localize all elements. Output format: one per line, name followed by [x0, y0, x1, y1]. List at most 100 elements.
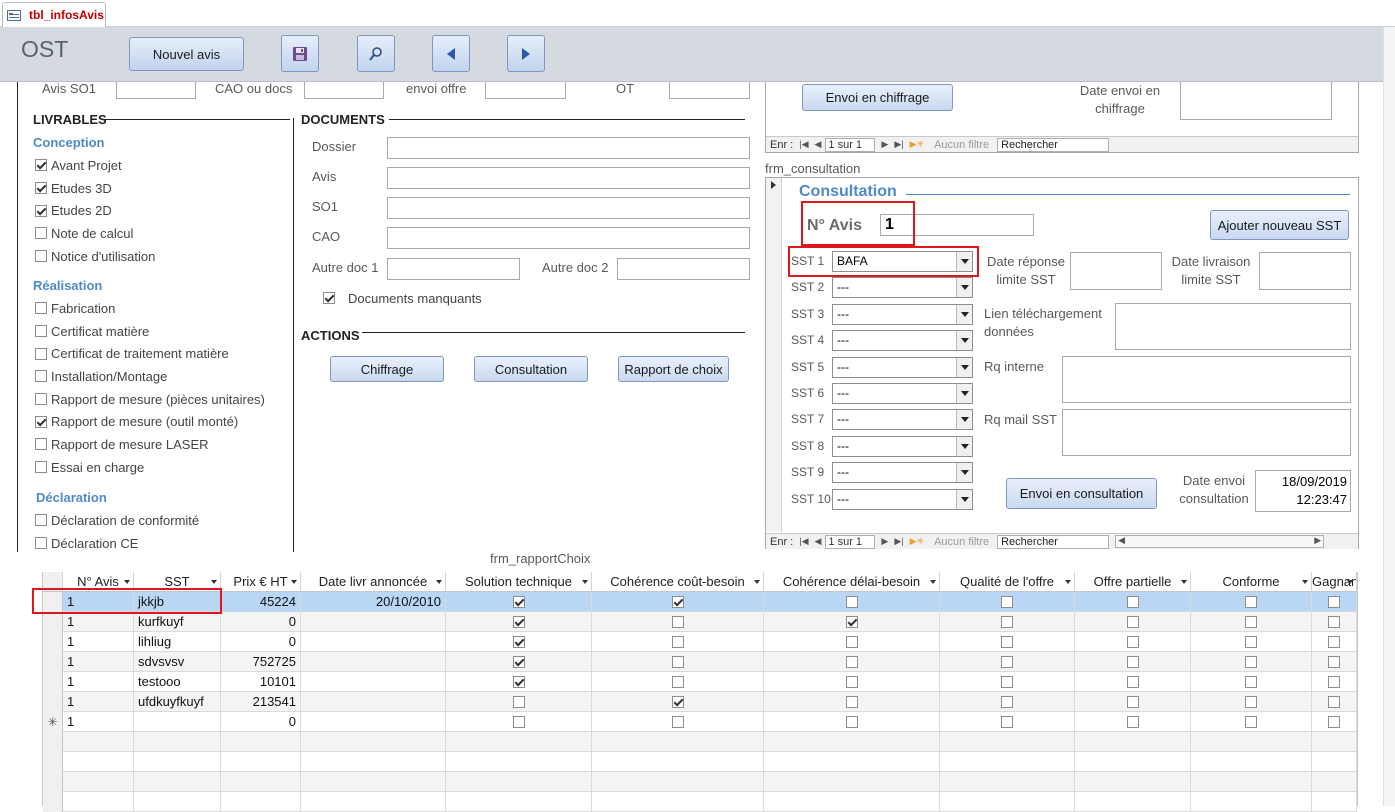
- row-checkbox[interactable]: [1328, 656, 1340, 668]
- table-cell[interactable]: [1312, 772, 1357, 792]
- avis-so1-field[interactable]: [116, 82, 196, 99]
- consultation-horizontal-scrollbar[interactable]: ◀ ▶: [1115, 535, 1325, 548]
- realisation-item[interactable]: Rapport de mesure (pièces unitaires): [35, 388, 265, 411]
- sort-filter-icon[interactable]: [1347, 580, 1353, 584]
- table-cell[interactable]: [1312, 672, 1357, 692]
- chiffrage-next-record-icon[interactable]: ▶: [881, 139, 888, 150]
- sst-combo[interactable]: ---: [832, 409, 973, 431]
- row-checkbox[interactable]: [1001, 676, 1013, 688]
- consultation-first-record-icon[interactable]: |◀: [799, 536, 808, 547]
- row-checkbox[interactable]: [1245, 716, 1257, 728]
- table-cell[interactable]: [1191, 752, 1312, 772]
- realisation-checkbox[interactable]: [35, 347, 47, 360]
- sort-filter-icon[interactable]: [754, 580, 760, 584]
- table-cell[interactable]: lihliug: [134, 632, 221, 652]
- table-cell[interactable]: [940, 652, 1075, 672]
- table-cell[interactable]: [221, 752, 301, 772]
- row-checkbox[interactable]: [845, 636, 858, 648]
- scroll-left-icon[interactable]: ◀: [1118, 535, 1125, 546]
- table-cell[interactable]: [1191, 772, 1312, 792]
- column-header[interactable]: Offre partielle: [1075, 572, 1191, 592]
- row-checkbox[interactable]: [1328, 716, 1340, 728]
- sst-combo[interactable]: ---: [832, 330, 973, 352]
- chiffrage-button[interactable]: Chiffrage: [330, 356, 444, 382]
- table-cell[interactable]: 1: [63, 712, 134, 732]
- table-cell[interactable]: [1075, 712, 1191, 732]
- table-cell[interactable]: [940, 712, 1075, 732]
- table-cell[interactable]: 20/10/2010: [301, 592, 446, 612]
- row-checkbox[interactable]: [1245, 656, 1257, 668]
- table-cell[interactable]: [940, 792, 1075, 812]
- documents-manquants-checkbox[interactable]: [323, 292, 335, 304]
- table-cell[interactable]: [1191, 652, 1312, 672]
- table-cell[interactable]: 0: [221, 612, 301, 632]
- table-row[interactable]: 1 kurfkuyf 0: [43, 612, 1357, 632]
- row-checkbox[interactable]: [1001, 716, 1013, 728]
- rapport-de-choix-button[interactable]: Rapport de choix: [618, 356, 729, 382]
- chiffrage-nav-record[interactable]: 1 sur 1: [825, 137, 876, 152]
- row-selector[interactable]: [43, 792, 63, 812]
- row-selector[interactable]: [43, 732, 63, 752]
- column-header[interactable]: Conforme: [1191, 572, 1312, 592]
- table-cell[interactable]: [1312, 632, 1357, 652]
- table-cell[interactable]: [1191, 692, 1312, 712]
- row-checkbox[interactable]: [845, 616, 858, 628]
- table-cell[interactable]: 1: [63, 692, 134, 712]
- column-header[interactable]: Prix € HT: [221, 572, 301, 592]
- table-cell[interactable]: [63, 752, 134, 772]
- column-header[interactable]: Gagnant: [1312, 572, 1357, 592]
- table-cell[interactable]: [764, 752, 940, 772]
- row-checkbox[interactable]: [671, 696, 684, 708]
- realisation-checkbox[interactable]: [35, 325, 47, 338]
- row-checkbox[interactable]: [845, 596, 858, 608]
- table-cell[interactable]: [134, 732, 221, 752]
- table-cell[interactable]: [1075, 592, 1191, 612]
- sst-combo[interactable]: ---: [832, 435, 973, 457]
- table-cell[interactable]: [1191, 672, 1312, 692]
- row-selector[interactable]: ✳: [43, 712, 63, 732]
- row-checkbox[interactable]: [1328, 676, 1340, 688]
- chiffrage-new-record-icon[interactable]: ▶✳: [910, 139, 924, 150]
- next-record-button[interactable]: [507, 35, 545, 72]
- sort-filter-icon[interactable]: [1181, 580, 1187, 584]
- table-cell[interactable]: [592, 632, 764, 652]
- row-checkbox[interactable]: [1126, 656, 1139, 668]
- table-row[interactable]: [43, 772, 1357, 792]
- documents-manquants-row[interactable]: Documents manquants: [323, 287, 482, 309]
- column-header[interactable]: Solution technique: [446, 572, 592, 592]
- table-cell[interactable]: [1075, 792, 1191, 812]
- row-checkbox[interactable]: [512, 676, 525, 688]
- consultation-search-box[interactable]: Rechercher: [997, 534, 1110, 549]
- previous-record-button[interactable]: [432, 35, 470, 72]
- conception-item[interactable]: Etudes 2D: [35, 199, 155, 222]
- sort-filter-icon[interactable]: [582, 580, 588, 584]
- realisation-item[interactable]: Fabrication: [35, 297, 265, 320]
- table-cell[interactable]: 0: [221, 632, 301, 652]
- column-header[interactable]: Cohérence délai-besoin: [764, 572, 940, 592]
- declaration-item[interactable]: Déclaration CE: [35, 532, 199, 555]
- column-header[interactable]: Date livr annoncée: [301, 572, 446, 592]
- table-cell[interactable]: [446, 712, 592, 732]
- row-checkbox[interactable]: [671, 716, 684, 728]
- table-cell[interactable]: [1312, 652, 1357, 672]
- envoi-offre-field[interactable]: [485, 82, 566, 99]
- consultation-prev-record-icon[interactable]: ◀: [815, 536, 822, 547]
- table-cell[interactable]: [221, 732, 301, 752]
- search-button[interactable]: [357, 35, 395, 72]
- chiffrage-search-box[interactable]: Rechercher: [997, 137, 1110, 152]
- row-checkbox[interactable]: [845, 676, 858, 688]
- table-cell[interactable]: [1312, 712, 1357, 732]
- table-cell[interactable]: 213541: [221, 692, 301, 712]
- realisation-checkbox[interactable]: [35, 461, 47, 474]
- table-cell[interactable]: [446, 612, 592, 632]
- ajouter-nouveau-sst-button[interactable]: Ajouter nouveau SST: [1210, 210, 1349, 240]
- lien-telechargement-field[interactable]: [1115, 303, 1351, 350]
- table-cell[interactable]: [592, 672, 764, 692]
- table-cell[interactable]: [1191, 712, 1312, 732]
- row-checkbox[interactable]: [1328, 696, 1340, 708]
- table-cell[interactable]: [1191, 792, 1312, 812]
- dropdown-arrow-icon[interactable]: [956, 278, 972, 298]
- conception-item[interactable]: Etudes 3D: [35, 177, 155, 200]
- conception-item[interactable]: Notice d'utilisation: [35, 245, 155, 268]
- table-cell[interactable]: [1075, 752, 1191, 772]
